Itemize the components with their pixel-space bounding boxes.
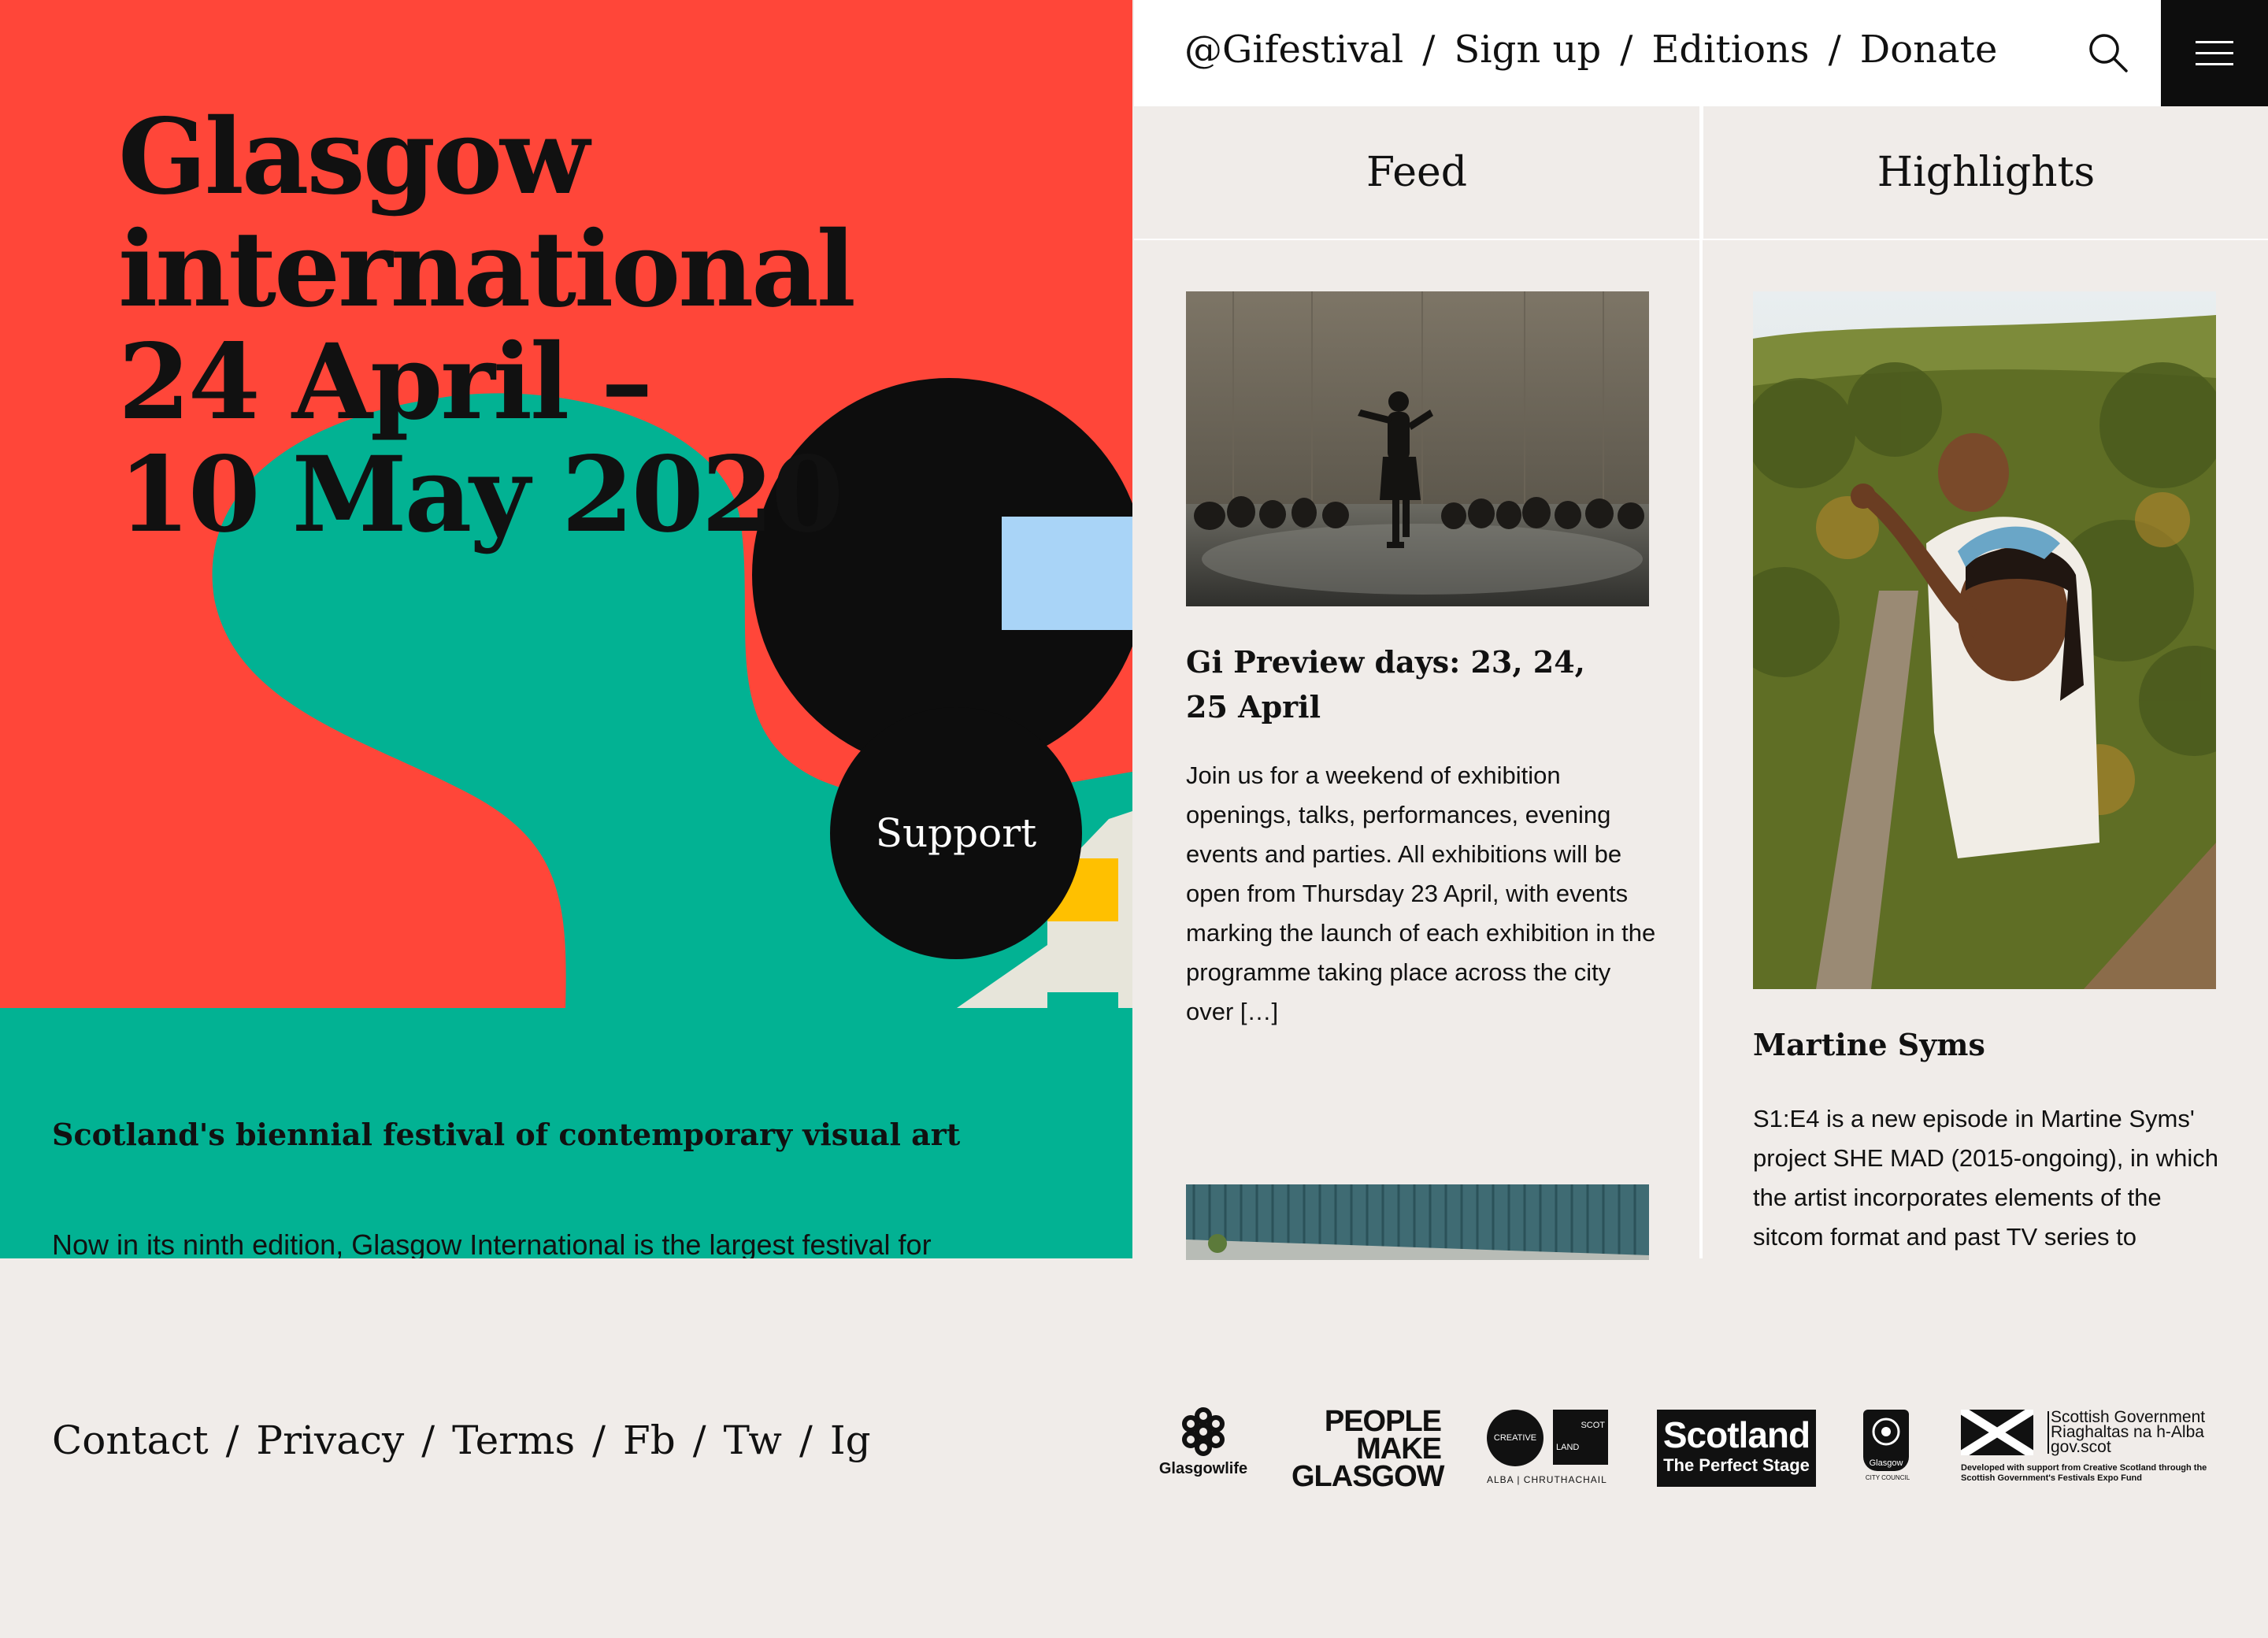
tab-feed[interactable]: Feed (1134, 106, 1699, 240)
building-photo (1186, 1184, 1649, 1260)
feed-item-image[interactable] (1186, 1184, 1649, 1260)
support-button[interactable]: Support (830, 707, 1082, 959)
dancer-photo (1186, 291, 1649, 606)
glasgow-life-knot-icon (1182, 1407, 1225, 1456)
hero-tagline: Scotland's biennial festival of contempo… (52, 1117, 961, 1152)
scot-gov-divider (2048, 1411, 2049, 1454)
hero-title: Glasgow international 24 April – 10 May … (118, 96, 856, 556)
creative-circle: CREATIVE (1487, 1410, 1544, 1466)
tab-highlights[interactable]: Highlights (1701, 106, 2268, 240)
nav-link-donate[interactable]: Donate (1860, 28, 1998, 72)
scotland-perfect-stage-logo[interactable]: Scotland The Perfect Stage (1657, 1410, 1816, 1487)
nav-link-gifestival[interactable]: @Gifestival (1184, 28, 1403, 72)
city-crest-icon: Glasgow (1863, 1410, 1909, 1471)
footer-link-twitter[interactable]: Tw (724, 1418, 782, 1463)
scotland-logo-title: Scotland (1662, 1414, 1810, 1455)
top-nav-links: @Gifestival / Sign up / Editions / Donat… (1184, 0, 1997, 98)
glasgow-life-wordmark: Glasgowlife (1158, 1460, 1248, 1477)
city-council-sub: CITY COUNCIL (1865, 1474, 1910, 1481)
highlight-item-excerpt: S1:E4 is a new episode in Martine Syms' … (1753, 1105, 2218, 1251)
feed-item-title[interactable]: Gi Preview days: 23, 24, 25 April (1186, 639, 1627, 729)
creative-circle-label: CREATIVE (1493, 1433, 1537, 1443)
scot-gov-line-3: gov.scot (2051, 1438, 2111, 1456)
city-council-name: Glasgow (1869, 1458, 1903, 1468)
hamburger-menu-icon (2196, 52, 2233, 54)
search-icon (2089, 34, 2128, 72)
scottish-government-logo[interactable]: Scottish Government Riaghaltas na h-Alba… (1961, 1406, 2221, 1488)
menu-button[interactable] (2161, 0, 2268, 106)
nav-separator: / (1422, 27, 1436, 72)
nav-separator: / (1620, 27, 1633, 72)
martine-syms-photo (1753, 291, 2216, 989)
glasgow-life-logo[interactable]: Glasgowlife (1156, 1406, 1251, 1485)
highlight-item-title[interactable]: Martine Syms (1753, 1022, 2194, 1067)
nav-link-editions[interactable]: Editions (1651, 28, 1809, 72)
creative-square-top: SCOT (1581, 1421, 1605, 1430)
saltire-flag-icon (1961, 1410, 2033, 1455)
nav-separator: / (1828, 27, 1841, 72)
light-blue-rect-shape (1002, 517, 1132, 630)
footer-links: Contact / Privacy / Terms / Fb / Tw / Ig (52, 1418, 871, 1463)
highlight-item-image[interactable] (1753, 291, 2216, 989)
footer-separator: / (592, 1418, 606, 1463)
feed-item-image[interactable] (1186, 291, 1649, 606)
scotland-logo-subtitle: The Perfect Stage (1663, 1455, 1810, 1475)
people-make-glasgow-logo[interactable]: PEOPLE MAKE GLASGOW (1292, 1405, 1445, 1492)
footer-link-instagram[interactable]: Ig (830, 1418, 871, 1463)
pmg-line-1: PEOPLE (1324, 1405, 1442, 1438)
pmg-line-2: MAKE (1356, 1432, 1442, 1466)
creative-scotland-logo[interactable]: CREATIVE SCOT LAND ALBA | CHRUTHACHAIL (1487, 1410, 1610, 1488)
footer-link-terms[interactable]: Terms (452, 1418, 575, 1463)
hero-panel: Glasgow international 24 April – 10 May … (0, 0, 1132, 1258)
footer-separator: / (421, 1418, 435, 1463)
hamburger-menu-icon (2196, 63, 2233, 65)
creative-scotland-tagline: ALBA | CHRUTHACHAIL (1487, 1474, 1607, 1485)
creative-square-bottom: LAND (1556, 1443, 1580, 1452)
search-button[interactable] (2087, 32, 2129, 74)
footer-link-contact[interactable]: Contact (52, 1418, 209, 1463)
nav-link-sign-up[interactable]: Sign up (1454, 28, 1601, 72)
feed-item-excerpt: Join us for a weekend of exhibition open… (1186, 762, 1656, 1025)
footer-link-facebook[interactable]: Fb (623, 1418, 676, 1463)
creative-square: SCOT LAND (1553, 1410, 1608, 1465)
hero-intro-text: Now in its ninth edition, Glasgow Intern… (52, 1228, 932, 1258)
pmg-line-3: GLASGOW (1292, 1460, 1445, 1493)
scot-gov-note: Developed with support from Creative Sco… (1961, 1463, 2207, 1483)
footer-link-privacy[interactable]: Privacy (256, 1418, 404, 1463)
footer-separator: / (799, 1418, 813, 1463)
footer-separator: / (692, 1418, 706, 1463)
glasgow-city-council-logo[interactable]: Glasgow CITY COUNCIL (1863, 1410, 1912, 1488)
hamburger-menu-icon (2196, 41, 2233, 43)
column-divider (1699, 106, 1703, 1258)
footer-separator: / (225, 1418, 239, 1463)
